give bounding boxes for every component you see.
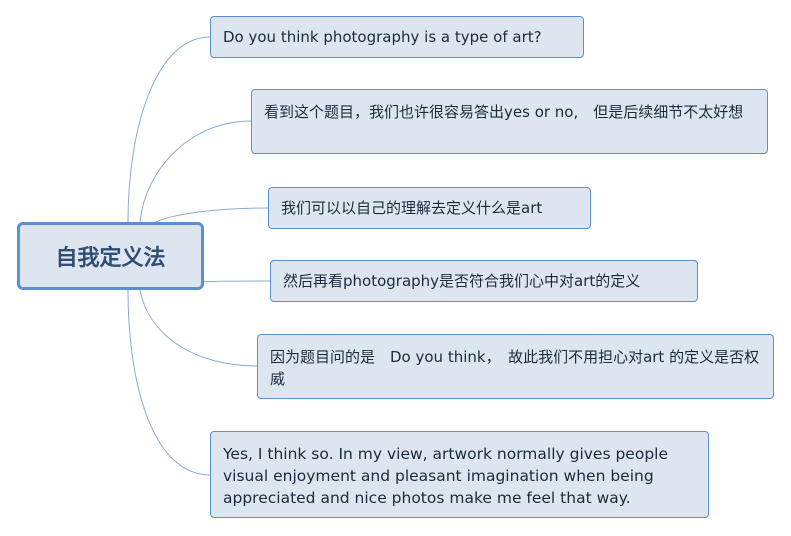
topic-label: Yes, I think so. In my view, artwork nor… <box>223 445 669 507</box>
topic-label: 我们可以以自己的理解去定义什么是art <box>281 199 543 217</box>
topic-label: Do you think photography is a type of ar… <box>223 28 542 46</box>
connector-topic-1 <box>127 36 211 223</box>
connector-topic-5 <box>139 289 258 367</box>
topic-do-you-think[interactable]: 因为题目问的是 Do you think， 故此我们不用担心对art 的定义是否… <box>257 334 774 399</box>
topic-check-photography[interactable]: 然后再看photography是否符合我们心中对art的定义 <box>270 260 698 302</box>
connector-topic-6 <box>127 289 211 476</box>
topic-sample-answer[interactable]: Yes, I think so. In my view, artwork nor… <box>210 431 709 518</box>
topic-easy-answer[interactable]: 看到这个题目，我们也许很容易答出yes or no, 但是后续细节不太好想 <box>251 89 768 154</box>
topic-label: 因为题目问的是 Do you think， 故此我们不用担心对art 的定义是否… <box>270 348 760 388</box>
topic-label: 然后再看photography是否符合我们心中对art的定义 <box>283 272 641 290</box>
connector-topic-2 <box>139 120 252 223</box>
central-topic[interactable]: 自我定义法 <box>17 222 204 290</box>
topic-label: 看到这个题目，我们也许很容易答出yes or no, 但是后续细节不太好想 <box>264 103 744 121</box>
topic-question[interactable]: Do you think photography is a type of ar… <box>210 16 584 58</box>
topic-define-art[interactable]: 我们可以以自己的理解去定义什么是art <box>268 187 591 229</box>
central-topic-label: 自我定义法 <box>55 246 166 271</box>
